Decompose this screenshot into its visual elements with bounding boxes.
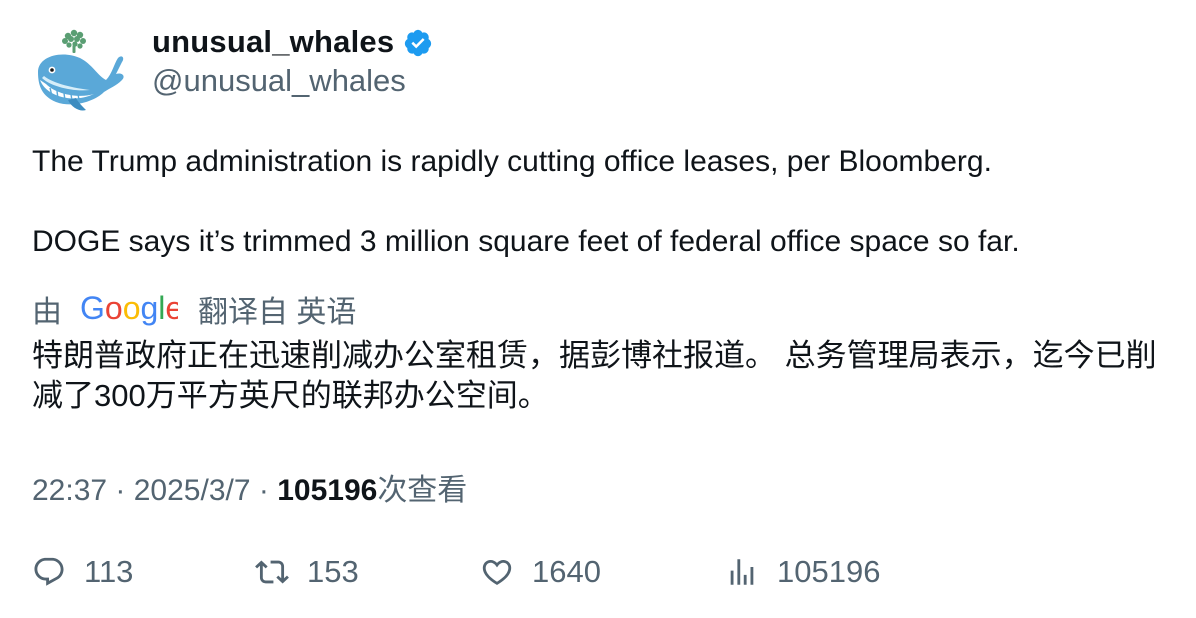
views-action-count: 105196	[777, 554, 881, 589]
author-handle[interactable]: @unusual_whales	[152, 63, 433, 99]
translated-by-label: 由	[32, 296, 62, 329]
google-logo: Google	[80, 289, 178, 329]
like-count: 1640	[532, 554, 601, 589]
views-label: 次查看	[377, 474, 468, 507]
views-count: 105196	[277, 474, 378, 507]
tweet-date[interactable]: 2025/3/7	[134, 474, 251, 507]
whale-avatar-icon[interactable]	[32, 24, 126, 118]
meta-separator: ·	[107, 474, 134, 507]
retweet-button[interactable]: 153	[255, 552, 359, 592]
tweet-text-line: The Trump administration is rapidly cutt…	[32, 145, 992, 178]
reply-button[interactable]: 113	[32, 552, 133, 592]
google-logo-text: Google	[80, 292, 178, 326]
views-button[interactable]: 105196	[725, 552, 880, 592]
translated-from-label[interactable]: 翻译自 英语	[198, 287, 356, 331]
views-bar-chart-icon	[730, 559, 754, 585]
like-button[interactable]: 1640	[480, 552, 601, 592]
verified-badge-icon	[405, 29, 432, 57]
author-name-row: unusual_whales	[152, 22, 433, 62]
tweet-text: The Trump administration is rapidly cutt…	[32, 142, 1162, 262]
tweet-text-line: DOGE says it’s trimmed 3 million square …	[32, 225, 1020, 258]
tweet-actions: 113 153 1640 105196	[32, 552, 1032, 592]
tweet-time[interactable]: 22:37	[32, 474, 107, 507]
tweet-meta: 22:37 · 2025/3/7 · 105196次查看	[32, 465, 467, 509]
retweet-count: 153	[307, 554, 359, 589]
reply-count: 113	[84, 554, 134, 589]
reply-icon	[34, 557, 64, 586]
retweet-icon	[255, 560, 289, 584]
tweet-author: unusual_whales @unusual_whales	[152, 22, 433, 99]
author-display-name[interactable]: unusual_whales	[152, 24, 394, 60]
meta-separator: ·	[250, 474, 278, 507]
translation-attribution: 由 Google 翻译自 英语	[32, 287, 356, 331]
heart-icon	[482, 559, 512, 585]
translated-text: 特朗普政府正在迅速削减办公室租赁，据彭博社报道。 总务管理局表示，迄今已削减了3…	[32, 338, 1157, 413]
